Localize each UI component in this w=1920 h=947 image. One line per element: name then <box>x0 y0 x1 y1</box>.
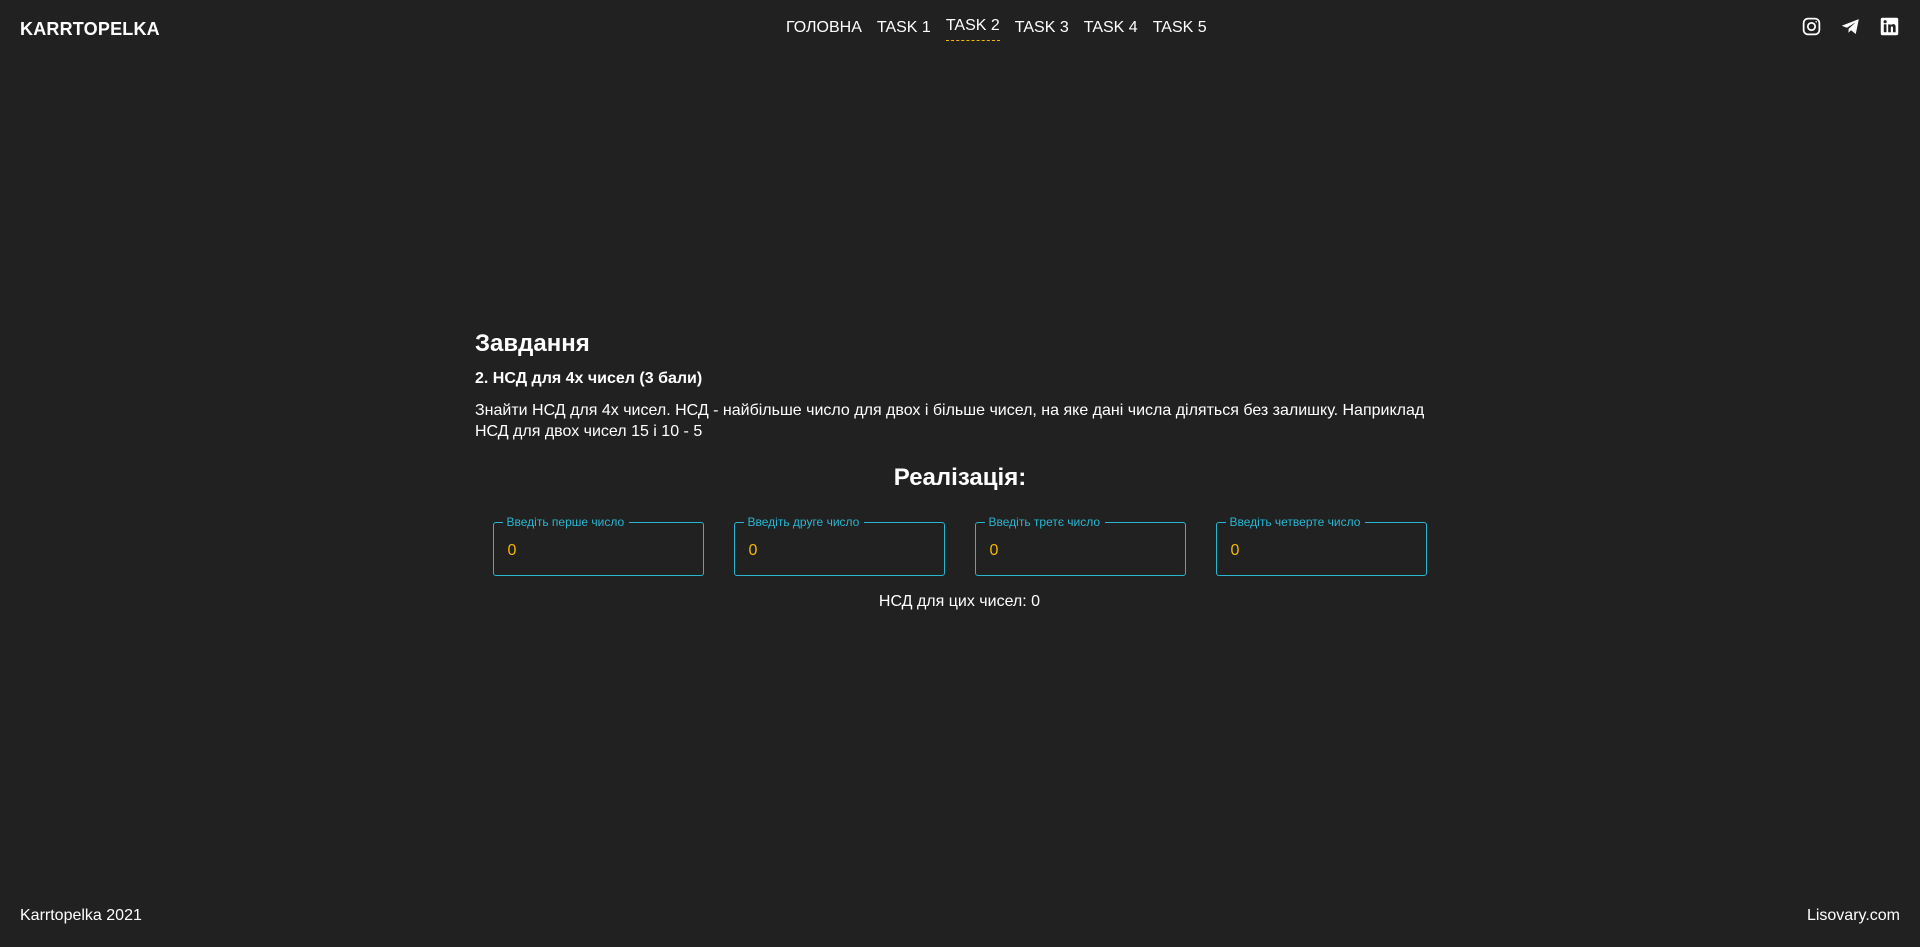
telegram-icon[interactable] <box>1840 16 1861 37</box>
footer-link[interactable]: Lisovary.com <box>1807 907 1900 925</box>
nav-item-task-4[interactable]: TASK 4 <box>1084 19 1138 43</box>
task-subtitle: 2. НСД для 4х чисел (3 бали) <box>475 370 703 387</box>
main-nav: ГОЛОВНА TASK 1 TASK 2 TASK 3 TASK 4 TASK… <box>786 17 1207 43</box>
nav-item-task-3[interactable]: TASK 3 <box>1015 19 1069 43</box>
fourth-number-input[interactable] <box>1228 537 1418 565</box>
nav-item-task-5[interactable]: TASK 5 <box>1153 19 1207 43</box>
task-title: Завдання <box>475 330 590 357</box>
third-number-input[interactable] <box>987 537 1177 565</box>
header: KARRTOPELKA ГОЛОВНА TASK 1 TASK 2 TASK 3… <box>0 0 1920 58</box>
nav-item-home[interactable]: ГОЛОВНА <box>786 19 862 43</box>
first-number-label: Введіть перше число <box>502 515 630 529</box>
first-number-input[interactable] <box>505 537 695 565</box>
logo[interactable]: KARRTOPELKA <box>20 19 160 40</box>
footer-copyright: Karrtopelka 2021 <box>20 907 142 924</box>
main-content: Завдання 2. НСД для 4х чисел (3 бали) Зн… <box>475 330 1445 611</box>
task-description: Знайти НСД для 4х чисел. НСД - найбільше… <box>475 402 1425 440</box>
linkedin-icon[interactable] <box>1879 16 1900 37</box>
third-number-label: Введіть третє число <box>984 515 1106 529</box>
gcd-result: НСД для цих чисел: 0 <box>878 593 1041 610</box>
instagram-icon[interactable] <box>1801 16 1822 37</box>
first-number-field[interactable]: Введіть перше число <box>492 515 704 576</box>
third-number-field[interactable]: Введіть третє число <box>974 515 1186 576</box>
second-number-field[interactable]: Введіть друге число <box>733 515 945 576</box>
social-links <box>1801 16 1900 37</box>
implementation-title: Реалізація: <box>893 464 1027 491</box>
fourth-number-field[interactable]: Введіть четверте число <box>1215 515 1427 576</box>
nav-item-task-1[interactable]: TASK 1 <box>877 19 931 43</box>
nav-item-task-2[interactable]: TASK 2 <box>945 17 1000 41</box>
number-inputs: Введіть перше число Введіть друге число … <box>489 515 1430 576</box>
page: KARRTOPELKA ГОЛОВНА TASK 1 TASK 2 TASK 3… <box>0 0 1920 947</box>
fourth-number-label: Введіть четверте число <box>1225 515 1366 529</box>
second-number-label: Введіть друге число <box>743 515 865 529</box>
second-number-input[interactable] <box>746 537 936 565</box>
